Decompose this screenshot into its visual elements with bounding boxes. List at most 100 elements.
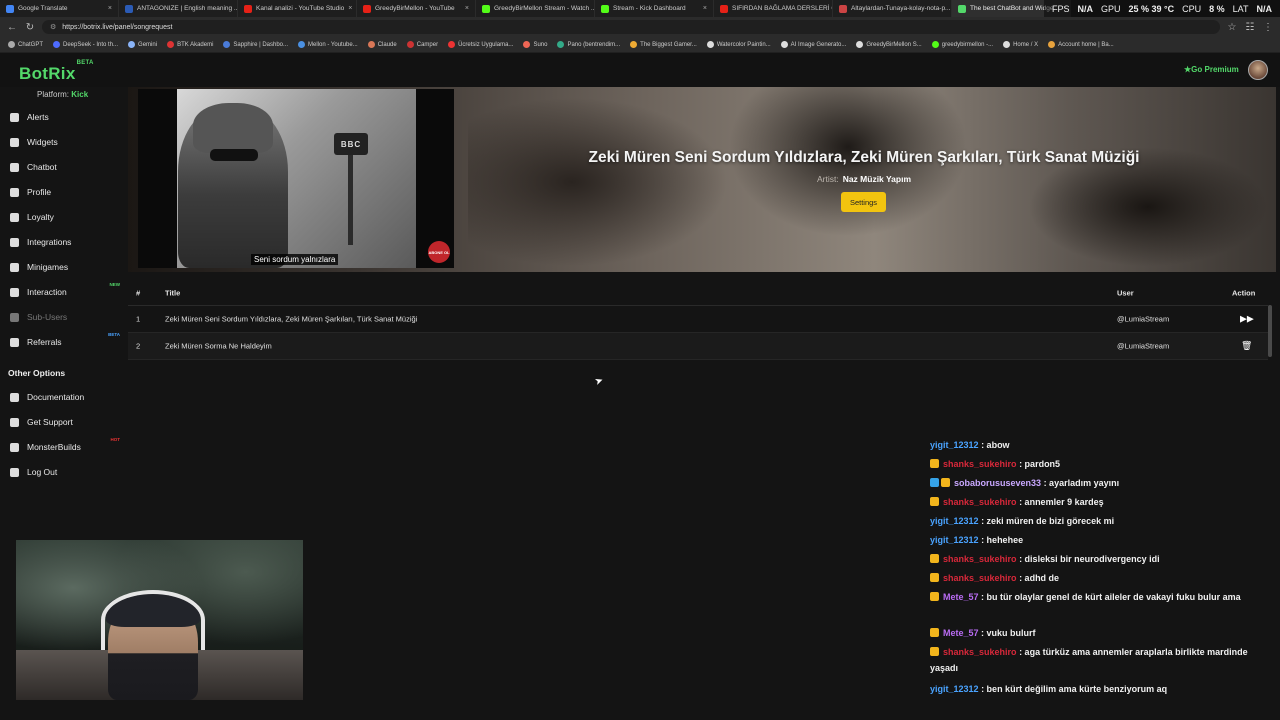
monitor-icon bbox=[10, 442, 19, 452]
close-icon[interactable]: × bbox=[348, 5, 352, 12]
chat-text: : hehehee bbox=[981, 535, 1024, 545]
chat-text: : ayarladım yayını bbox=[1043, 478, 1120, 488]
close-icon[interactable]: × bbox=[465, 5, 469, 12]
scrollbar[interactable] bbox=[1268, 305, 1272, 357]
botrix-logo[interactable]: BotRixBETA bbox=[19, 60, 93, 84]
tab-favicon-icon bbox=[720, 4, 728, 13]
badge-icon bbox=[930, 478, 939, 487]
sidebar-badge: HOT bbox=[110, 437, 121, 442]
bookmark-label: AI Image Generato... bbox=[790, 41, 847, 48]
chat-message: yigit_12312 : abow bbox=[930, 437, 1260, 453]
chat-text: : zeki müren de bizi görecek mi bbox=[981, 516, 1115, 526]
bookmark-item[interactable]: Watercolor Paintin... bbox=[706, 41, 771, 48]
site-info-icon[interactable]: ⚙ bbox=[50, 23, 56, 31]
bookmark-icon bbox=[780, 41, 788, 48]
bookmark-item[interactable]: Gemini bbox=[128, 41, 157, 48]
bookmark-item[interactable]: Mellon - Youtube... bbox=[298, 41, 358, 48]
chat-message: shanks_sukehiro : pardon5 bbox=[930, 456, 1260, 472]
sidebar-item-widgets[interactable]: Widgets bbox=[10, 137, 120, 147]
bookmark-item[interactable]: Claude bbox=[367, 41, 397, 48]
sidebar-item-monsterbuilds[interactable]: MonsterBuilds HOT bbox=[10, 437, 120, 452]
browser-tab[interactable]: Stream - Kick Dashboard × bbox=[595, 0, 714, 17]
tab-favicon-icon bbox=[125, 4, 133, 13]
sidebar-item-sub-users[interactable]: Sub-Users bbox=[10, 312, 120, 322]
chat-message: Mete_57 : vuku bulurf bbox=[930, 625, 1260, 641]
bookmark-item[interactable]: Home / X bbox=[1003, 41, 1038, 48]
bookmark-label: Mellon - Youtube... bbox=[308, 41, 358, 48]
browser-tab[interactable]: Kanal analizi - YouTube Studio × bbox=[238, 0, 357, 17]
bookmark-item[interactable]: Ücretsiz Uygulama... bbox=[448, 41, 513, 48]
browser-tab[interactable]: GreedyBirMellon Stream - Watch ...× bbox=[476, 0, 595, 17]
bookmark-label: Watercolor Paintin... bbox=[716, 41, 771, 48]
bookmark-item[interactable]: GreedyBirMellon S... bbox=[856, 41, 922, 48]
now-playing-banner: BBC Seni sordum yalnızlara ABONE OL Zeki… bbox=[128, 87, 1276, 272]
browser-tab[interactable]: Google Translate × bbox=[0, 0, 119, 17]
bookmark-item[interactable]: Camper bbox=[406, 41, 438, 48]
fps-value: N/A bbox=[1077, 3, 1093, 14]
settings-button[interactable]: Settings bbox=[841, 192, 886, 212]
bookmark-icon bbox=[523, 41, 531, 48]
refresh-icon[interactable]: ↻ bbox=[24, 22, 36, 33]
chat-text: : bu tür olaylar genel de kürt aileler d… bbox=[981, 592, 1241, 602]
close-icon[interactable]: × bbox=[108, 5, 112, 12]
go-premium-button[interactable]: ★Go Premium bbox=[1184, 65, 1239, 74]
chat-username: yigit_12312 bbox=[930, 684, 979, 694]
sidebar-item-integrations[interactable]: Integrations bbox=[10, 237, 120, 247]
bookmark-icon bbox=[53, 41, 61, 48]
chat-text: : adhd de bbox=[1019, 573, 1060, 583]
browser-tab[interactable]: SIFIRDAN BAĞLAMA DERSLERİ 6 ...× bbox=[714, 0, 833, 17]
bookmark-item[interactable]: AI Image Generato... bbox=[780, 41, 847, 48]
chat-message: yigit_12312 : hehehee bbox=[930, 532, 1260, 548]
sidebar-item-referrals[interactable]: Referrals BETA bbox=[10, 332, 120, 347]
bookmark-item[interactable]: ChatGPT bbox=[8, 41, 43, 48]
url-field[interactable]: ⚙ https://botrix.live/panel/songrequest bbox=[42, 20, 1220, 34]
now-playing-title: Zeki Müren Seni Sordum Yıldızlara, Zeki … bbox=[588, 149, 1140, 166]
fps-label: FPS bbox=[1051, 3, 1070, 14]
menu-icon[interactable]: ⋮ bbox=[1262, 22, 1274, 33]
extensions-icon[interactable]: ☷ bbox=[1244, 22, 1256, 33]
video-thumbnail[interactable]: BBC Seni sordum yalnızlara ABONE OL bbox=[138, 89, 454, 268]
bookmark-item[interactable]: DeepSeek - Into th... bbox=[53, 41, 118, 48]
sidebar-item-chatbot[interactable]: Chatbot bbox=[10, 162, 120, 172]
chat-message: shanks_sukehiro : aga türküz ama annemle… bbox=[930, 644, 1260, 676]
browser-tab[interactable]: GreedyBirMellon - YouTube × bbox=[357, 0, 476, 17]
sidebar-item-label: Chatbot bbox=[27, 162, 57, 172]
sidebar-item-loyalty[interactable]: Loyalty bbox=[10, 212, 120, 222]
sidebar-item-get-support[interactable]: Get Support bbox=[10, 417, 120, 427]
gpu-label: GPU bbox=[1100, 3, 1121, 14]
bookmark-label: The Biggest Gamer... bbox=[640, 41, 697, 48]
tab-label: Kanal analizi - YouTube Studio bbox=[256, 5, 345, 12]
header-num: # bbox=[136, 288, 141, 297]
header-action: Action bbox=[1232, 288, 1256, 297]
sidebar-item-log-out[interactable]: Log Out bbox=[10, 467, 120, 477]
chat-username: yigit_12312 bbox=[930, 535, 979, 545]
platform-value: Kick bbox=[71, 90, 89, 99]
grid-icon bbox=[10, 137, 19, 147]
skip-forward-icon[interactable]: ▶▶ bbox=[1240, 314, 1254, 325]
row-user: @LumiaStream bbox=[1117, 314, 1170, 324]
badge-icon bbox=[930, 497, 939, 506]
browser-tab[interactable]: Altaylardan-Tunaya-kolay-nota-p...× bbox=[833, 0, 952, 17]
browser-tab[interactable]: ANTAGONIZE | English meaning ...× bbox=[119, 0, 238, 17]
close-icon[interactable]: × bbox=[703, 5, 707, 12]
sidebar-item-interaction[interactable]: Interaction NEW bbox=[10, 282, 120, 297]
sidebar-item-minigames[interactable]: Minigames bbox=[10, 262, 120, 272]
bookmark-item[interactable]: Suno bbox=[523, 41, 547, 48]
bookmark-item[interactable]: The Biggest Gamer... bbox=[630, 41, 697, 48]
sidebar-item-documentation[interactable]: Documentation bbox=[10, 392, 120, 402]
bookmark-item[interactable]: Account home | Ba... bbox=[1048, 41, 1114, 48]
badge-icon bbox=[930, 554, 939, 563]
trash-icon[interactable]: 🗑 bbox=[1241, 341, 1252, 352]
logo-beta-badge: BETA bbox=[76, 60, 94, 67]
back-icon[interactable]: ← bbox=[6, 22, 18, 33]
sidebar-item-profile[interactable]: Profile bbox=[10, 187, 120, 197]
webcam-overlay bbox=[16, 540, 303, 700]
star-icon[interactable]: ☆ bbox=[1226, 22, 1238, 33]
bookmark-item[interactable]: greedybirmellon -... bbox=[931, 41, 993, 48]
avatar[interactable] bbox=[1248, 60, 1268, 80]
bookmark-item[interactable]: BTK Akademi bbox=[167, 41, 213, 48]
sidebar-item-alerts[interactable]: Alerts bbox=[10, 112, 120, 122]
bookmark-item[interactable]: Sapphire | Dashbo... bbox=[223, 41, 288, 48]
bookmark-item[interactable]: Pano (bentrendim... bbox=[557, 41, 620, 48]
tab-favicon-icon bbox=[244, 4, 252, 13]
